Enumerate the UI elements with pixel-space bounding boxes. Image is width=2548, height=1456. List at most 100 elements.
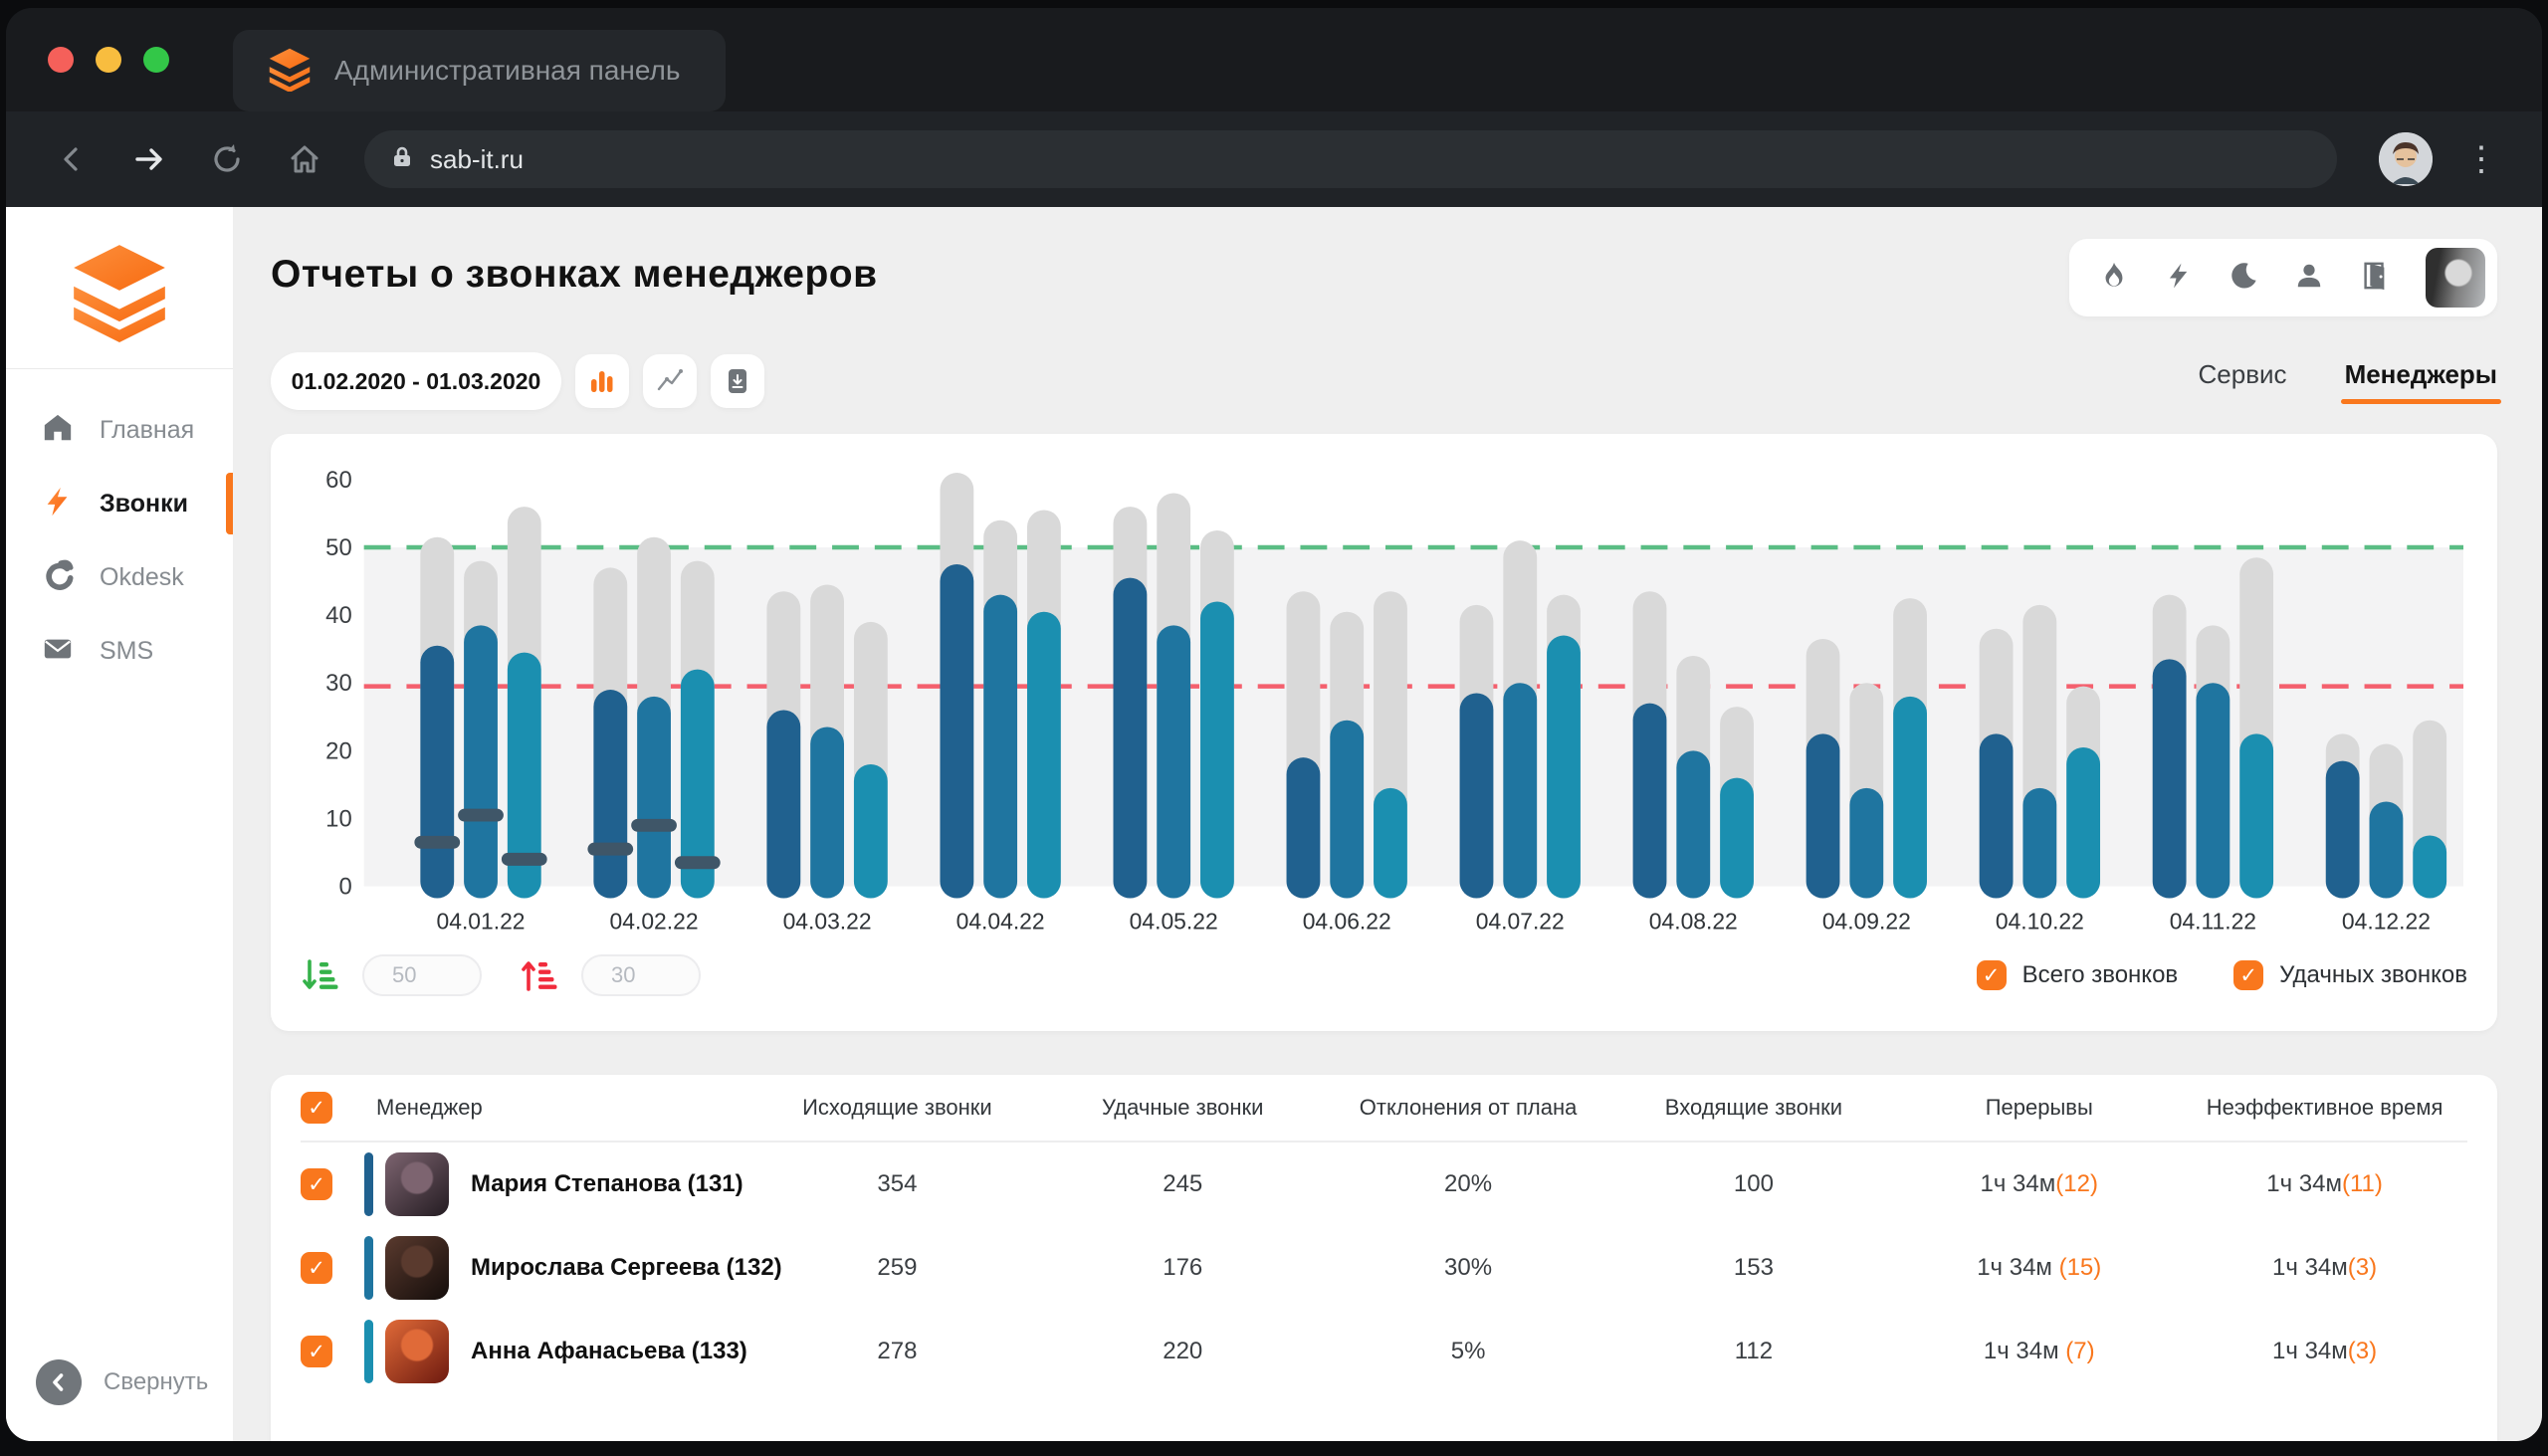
sort-desc-icon[interactable] — [301, 956, 338, 994]
sidebar-item-sms[interactable]: SMS — [6, 614, 233, 688]
app-content: Главная Звонки Okdesk SMS — [6, 207, 2542, 1441]
table-row[interactable]: ✓Мария Степанова (131)35424520%1001ч 34м… — [301, 1143, 2467, 1226]
row-checkbox[interactable]: ✓ — [301, 1336, 332, 1367]
incoming-calls-value: 112 — [1611, 1338, 1897, 1365]
ineffective-time-value: 1ч 34м(11) — [2182, 1170, 2467, 1198]
view-tabs: Сервис Менеджеры — [2199, 359, 2497, 404]
sidebar-item-okdesk[interactable]: Okdesk — [6, 540, 233, 614]
breaks-value: 1ч 34м (15) — [1896, 1254, 2182, 1282]
column-header[interactable]: Перерывы — [1896, 1095, 2182, 1121]
export-button[interactable] — [711, 354, 764, 408]
sidebar-item-calls[interactable]: Звонки — [6, 467, 233, 540]
svg-text:04.11.22: 04.11.22 — [2170, 908, 2256, 934]
sidebar-item-label: Okdesk — [100, 563, 184, 592]
successful-calls-value: 245 — [1040, 1170, 1326, 1198]
legend-success-calls[interactable]: ✓ Удачных звонков — [2233, 960, 2467, 990]
mail-icon — [42, 633, 74, 670]
manager-name: Мирослава Сергеева (132) — [471, 1254, 782, 1282]
url-text: sab-it.ru — [430, 144, 524, 175]
chevron-left-icon — [36, 1359, 82, 1405]
row-checkbox[interactable]: ✓ — [301, 1168, 332, 1200]
url-bar[interactable]: sab-it.ru — [364, 130, 2337, 188]
table-body: ✓Мария Степанова (131)35424520%1001ч 34м… — [301, 1143, 2467, 1393]
column-header[interactable]: Исходящие звонки — [754, 1095, 1040, 1121]
manager-color-bar — [364, 1236, 373, 1300]
column-header[interactable]: Отклонения от плана — [1326, 1095, 1611, 1121]
manager-color-bar — [364, 1320, 373, 1383]
column-header[interactable]: Менеджер — [364, 1095, 754, 1121]
manager-avatar — [385, 1236, 449, 1300]
table-header: ✓ Менеджер Исходящие звонки Удачные звон… — [301, 1075, 2467, 1143]
sidebar-collapse[interactable]: Свернуть — [6, 1359, 233, 1405]
breaks-value: 1ч 34м (7) — [1896, 1338, 2182, 1365]
svg-text:20: 20 — [325, 737, 352, 764]
user-icon[interactable] — [2294, 261, 2324, 296]
svg-text:10: 10 — [325, 805, 352, 832]
browser-navbar: sab-it.ru ⋮ — [6, 111, 2542, 207]
maximize-window-button[interactable] — [143, 47, 169, 73]
manager-name: Мария Степанова (131) — [471, 1170, 743, 1198]
checkbox-checked-icon[interactable]: ✓ — [1977, 960, 2007, 990]
sidebar-item-label: SMS — [100, 637, 153, 666]
svg-text:04.03.22: 04.03.22 — [783, 908, 872, 934]
tab-managers[interactable]: Менеджеры — [2345, 359, 2497, 404]
app-logo — [6, 207, 233, 368]
home-button[interactable] — [273, 127, 336, 191]
okdesk-icon — [42, 559, 74, 596]
date-range-text: 01.02.2020 - 01.03.2020 — [292, 368, 541, 395]
forward-button[interactable] — [117, 127, 181, 191]
svg-text:0: 0 — [338, 874, 351, 901]
minimize-window-button[interactable] — [96, 47, 121, 73]
layers-logo-icon — [267, 46, 313, 97]
column-header[interactable]: Входящие звонки — [1611, 1095, 1897, 1121]
user-photo-avatar[interactable] — [2426, 248, 2485, 308]
lock-icon — [390, 145, 414, 174]
home-icon — [42, 412, 74, 449]
checkbox-checked-icon[interactable]: ✓ — [2233, 960, 2263, 990]
ineffective-time-value: 1ч 34м(3) — [2182, 1254, 2467, 1282]
outgoing-calls-value: 259 — [754, 1254, 1040, 1282]
column-header[interactable]: Неэффективное время — [2182, 1095, 2467, 1121]
svg-text:30: 30 — [325, 670, 352, 697]
managers-table-card: ✓ Менеджер Исходящие звонки Удачные звон… — [271, 1075, 2497, 1441]
calls-chart-card: 010203040506004.01.2204.02.2204.03.2204.… — [271, 434, 2497, 1031]
lower-threshold-input[interactable] — [581, 954, 701, 996]
tab-service[interactable]: Сервис — [2199, 359, 2287, 404]
svg-text:04.12.22: 04.12.22 — [2342, 908, 2431, 934]
row-checkbox[interactable]: ✓ — [301, 1252, 332, 1284]
svg-text:40: 40 — [325, 602, 352, 629]
reload-button[interactable] — [195, 127, 259, 191]
sidebar-divider — [6, 368, 233, 369]
svg-text:04.07.22: 04.07.22 — [1476, 908, 1565, 934]
back-button[interactable] — [40, 127, 104, 191]
moon-icon[interactable] — [2229, 261, 2258, 296]
column-header[interactable]: Удачные звонки — [1040, 1095, 1326, 1121]
manager-avatar — [385, 1152, 449, 1216]
sort-asc-icon[interactable] — [520, 956, 557, 994]
sidebar-item-home[interactable]: Главная — [6, 393, 233, 467]
date-range-picker[interactable]: 01.02.2020 - 01.03.2020 — [271, 352, 561, 410]
upper-threshold-input[interactable] — [362, 954, 482, 996]
browser-tab[interactable]: Административная панель — [233, 30, 726, 111]
table-row[interactable]: ✓Мирослава Сергеева (132)25917630%1531ч … — [301, 1226, 2467, 1310]
browser-profile-avatar[interactable] — [2379, 132, 2433, 186]
plan-deviation-value: 30% — [1326, 1254, 1611, 1282]
door-exit-icon[interactable] — [2360, 261, 2390, 296]
bar-chart-view-button[interactable] — [575, 354, 629, 408]
bolt-icon[interactable] — [2165, 262, 2193, 295]
sidebar: Главная Звонки Okdesk SMS — [6, 207, 233, 1441]
calls-bar-chart[interactable]: 010203040506004.01.2204.02.2204.03.2204.… — [301, 456, 2467, 950]
ineffective-time-value: 1ч 34м(3) — [2182, 1338, 2467, 1365]
legend-total-calls[interactable]: ✓ Всего звонков — [1977, 960, 2179, 990]
top-toolbar — [2069, 239, 2497, 316]
select-all-checkbox[interactable]: ✓ — [301, 1092, 332, 1124]
flame-icon[interactable] — [2099, 261, 2129, 296]
svg-text:04.05.22: 04.05.22 — [1130, 908, 1218, 934]
manager-color-bar — [364, 1152, 373, 1216]
incoming-calls-value: 153 — [1611, 1254, 1897, 1282]
line-chart-view-button[interactable] — [643, 354, 697, 408]
table-row[interactable]: ✓Анна Афанасьева (133)2782205%1121ч 34м … — [301, 1310, 2467, 1393]
svg-text:04.06.22: 04.06.22 — [1303, 908, 1391, 934]
outgoing-calls-value: 354 — [754, 1170, 1040, 1198]
close-window-button[interactable] — [48, 47, 74, 73]
